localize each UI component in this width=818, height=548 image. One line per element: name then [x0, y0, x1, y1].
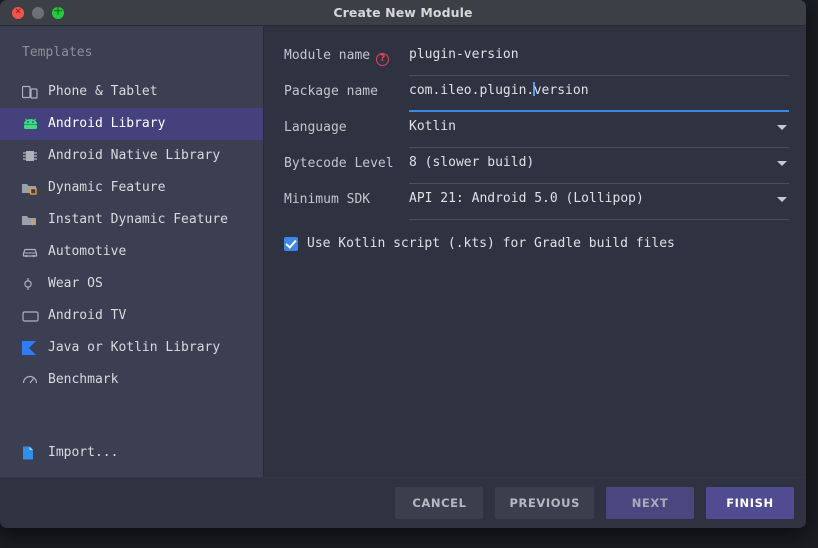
sidebar-item-benchmark[interactable]: Benchmark: [0, 364, 263, 396]
dialog-footer: CANCEL PREVIOUS NEXT FINISH: [0, 477, 806, 528]
sidebar-item-android-native-library[interactable]: Android Native Library: [0, 140, 263, 172]
sidebar-item-phone-tablet[interactable]: Phone & Tablet: [0, 76, 263, 108]
error-help-icon[interactable]: ?: [376, 53, 390, 66]
chevron-down-icon[interactable]: [777, 125, 787, 130]
field-label: Minimum SDK: [284, 192, 371, 207]
footer-buttons: CANCEL PREVIOUS NEXT FINISH: [395, 487, 794, 519]
minimum-sdk-select-value[interactable]: API 21: Android 5.0 (Lollipop): [409, 190, 789, 208]
sidebar-item-automotive[interactable]: Automotive: [0, 236, 263, 268]
package-name-text-after-caret: version: [533, 83, 589, 98]
phone-tablet-icon: [22, 84, 40, 100]
sidebar-item-android-tv[interactable]: Android TV: [0, 300, 263, 332]
cancel-button[interactable]: CANCEL: [395, 487, 484, 519]
sidebar-item-label: Automotive: [48, 244, 127, 259]
field-label: Package name: [284, 84, 378, 99]
sidebar-item-label: Wear OS: [48, 276, 103, 291]
kotlin-script-checkbox[interactable]: [284, 236, 298, 251]
car-icon: [22, 244, 40, 260]
sidebar-item-label: Android Library: [48, 116, 166, 131]
field-bytecode-level[interactable]: Bytecode Level 8 (slower build): [284, 148, 789, 184]
templates-heading: Templates: [22, 45, 93, 60]
previous-button[interactable]: PREVIOUS: [495, 487, 594, 519]
dialog-body: Templates Phone & Tablet Android Library…: [0, 26, 806, 528]
field-module-name[interactable]: Module name? plugin-version: [284, 40, 789, 76]
sidebar-item-label: Benchmark: [48, 372, 119, 387]
module-name-input[interactable]: plugin-version: [409, 46, 789, 64]
sidebar-item-label: Import...: [48, 445, 119, 460]
field-label: Module name?: [284, 48, 390, 66]
import-file-icon: [22, 445, 40, 461]
sidebar-item-label: Java or Kotlin Library: [48, 340, 221, 355]
sidebar-item-label: Dynamic Feature: [48, 180, 166, 195]
kotlin-script-checkbox-label: Use Kotlin script (.kts) for Gradle buil…: [307, 236, 675, 251]
window-title: Create New Module: [333, 5, 473, 20]
sidebar-item-import[interactable]: Import...: [0, 437, 263, 469]
chevron-down-icon[interactable]: [777, 197, 787, 202]
next-button[interactable]: NEXT: [606, 487, 694, 519]
tv-icon: [22, 308, 40, 324]
field-language[interactable]: Language Kotlin: [284, 112, 789, 148]
kotlin-script-checkbox-row[interactable]: Use Kotlin script (.kts) for Gradle buil…: [284, 236, 675, 251]
field-package-name[interactable]: Package name com.ileo.plugin.version: [284, 76, 789, 112]
kotlin-k-icon: [22, 340, 40, 356]
field-minimum-sdk[interactable]: Minimum SDK API 21: Android 5.0 (Lollipo…: [284, 184, 789, 220]
sidebar-item-wear-os[interactable]: Wear OS: [0, 268, 263, 300]
title-bar: ✕ ＋ Create New Module: [0, 0, 806, 26]
bytecode-level-select-value[interactable]: 8 (slower build): [409, 154, 789, 172]
field-underline: [409, 219, 789, 220]
field-label: Bytecode Level: [284, 156, 394, 171]
field-label: Language: [284, 120, 347, 135]
android-robot-icon: [22, 116, 40, 132]
chevron-down-icon[interactable]: [777, 161, 787, 166]
sidebar-item-label: Android Native Library: [48, 148, 221, 163]
create-new-module-dialog: ✕ ＋ Create New Module Templates Phone & …: [0, 0, 806, 528]
package-name-input[interactable]: com.ileo.plugin.version: [409, 82, 789, 100]
package-name-text-before-caret: com.ileo.plugin.: [409, 83, 535, 98]
module-config-form: Module name? plugin-version Package name…: [263, 26, 806, 477]
templates-sidebar[interactable]: Templates Phone & Tablet Android Library…: [0, 26, 263, 477]
sidebar-item-label: Android TV: [48, 308, 127, 323]
folder-instant-icon: [22, 212, 40, 228]
sidebar-item-label: Instant Dynamic Feature: [48, 212, 229, 227]
finish-button[interactable]: FINISH: [706, 487, 794, 519]
folder-module-icon: [22, 180, 40, 196]
watch-icon: [22, 276, 40, 292]
sidebar-item-label: Phone & Tablet: [48, 84, 158, 99]
language-select-value[interactable]: Kotlin: [409, 118, 789, 136]
sidebar-item-java-or-kotlin-library[interactable]: Java or Kotlin Library: [0, 332, 263, 364]
sidebar-item-android-library[interactable]: Android Library: [0, 108, 263, 140]
sidebar-item-instant-dynamic-feature[interactable]: Instant Dynamic Feature: [0, 204, 263, 236]
benchmark-gauge-icon: [22, 372, 40, 388]
sidebar-item-dynamic-feature[interactable]: Dynamic Feature: [0, 172, 263, 204]
chip-icon: [22, 148, 40, 164]
